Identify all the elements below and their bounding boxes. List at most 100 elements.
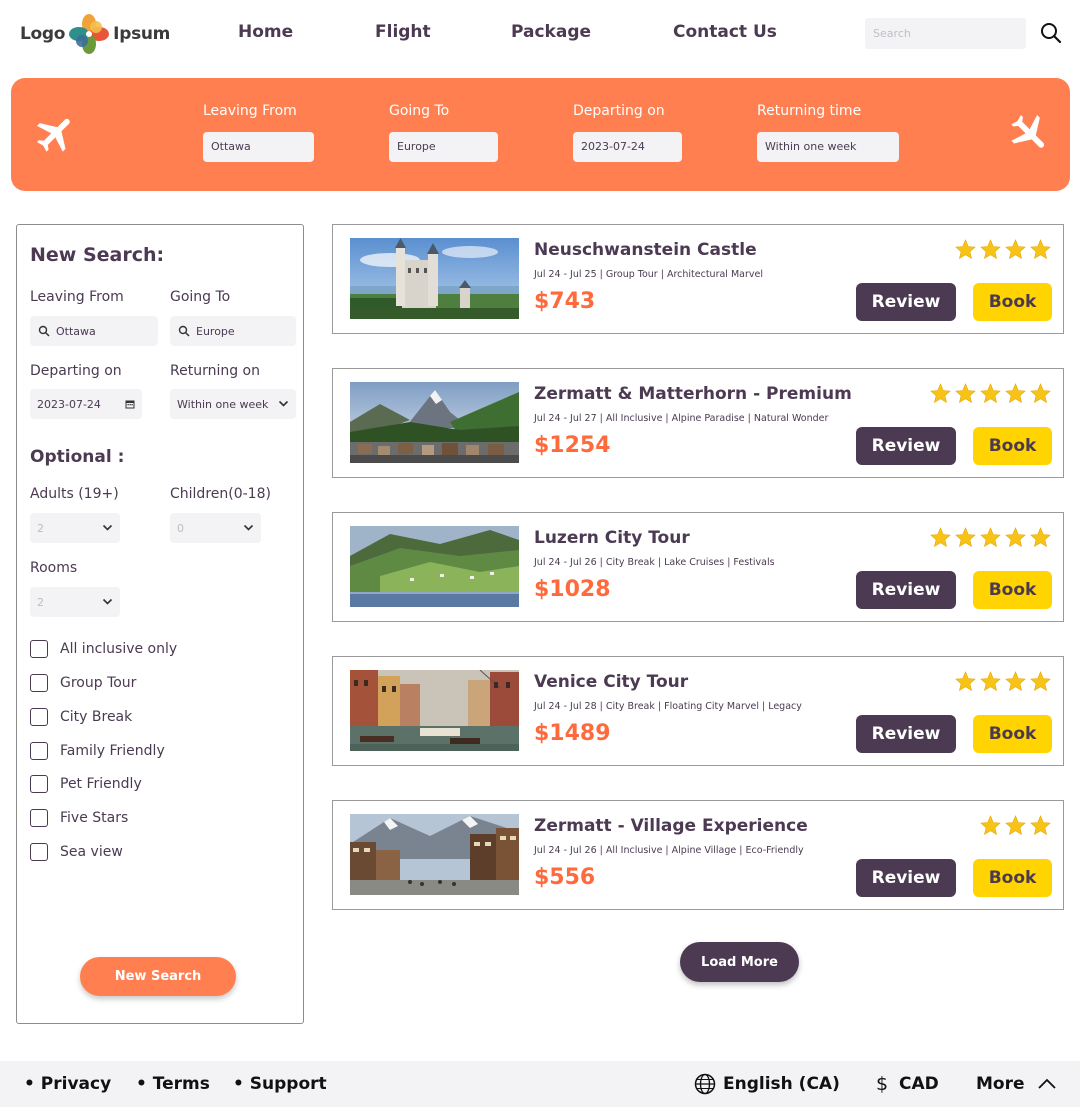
star-icon: [980, 527, 1001, 548]
checkbox[interactable]: [30, 674, 48, 692]
star-icon: [980, 815, 1001, 836]
chevron-down-icon: [278, 400, 289, 407]
going-to-input[interactable]: Europe: [170, 316, 296, 346]
star-icon: [1005, 815, 1026, 836]
banner-leaving-input[interactable]: Ottawa: [203, 132, 314, 162]
adults-select[interactable]: 2: [30, 513, 120, 543]
book-button[interactable]: Book: [973, 571, 1052, 609]
leaving-from-input[interactable]: Ottawa: [30, 316, 158, 346]
chevron-down-icon: [102, 598, 113, 605]
new-search-button[interactable]: New Search: [80, 957, 236, 996]
checkbox[interactable]: [30, 809, 48, 827]
review-button[interactable]: Review: [856, 283, 956, 321]
tour-price: $1489: [534, 721, 611, 746]
language-selector[interactable]: English (CA): [723, 1074, 840, 1094]
departing-on-label: Departing on: [30, 363, 122, 379]
tour-title[interactable]: Zermatt - Village Experience: [534, 816, 808, 836]
currency-selector[interactable]: CAD: [899, 1074, 939, 1094]
tour-meta: Jul 24 - Jul 26 | All Inclusive | Alpine…: [534, 845, 804, 856]
star-icon: [955, 239, 976, 260]
book-button[interactable]: Book: [973, 715, 1052, 753]
tour-title[interactable]: Venice City Tour: [534, 672, 688, 692]
checkbox[interactable]: [30, 708, 48, 726]
star-icon: [955, 383, 976, 404]
nav-contact-us[interactable]: Contact Us: [673, 22, 777, 42]
book-button[interactable]: Book: [973, 427, 1052, 465]
nav-home[interactable]: Home: [238, 22, 293, 42]
filter-pet-friendly[interactable]: Pet Friendly: [30, 775, 142, 793]
star-icon: [930, 527, 951, 548]
rooms-select[interactable]: 2: [30, 587, 120, 617]
search-icon: [38, 325, 50, 337]
rooms-label: Rooms: [30, 560, 78, 576]
tour-image[interactable]: [350, 382, 519, 463]
footer-privacy-label: Privacy: [40, 1074, 112, 1094]
book-button[interactable]: Book: [973, 859, 1052, 897]
chevron-down-icon: [243, 524, 254, 531]
star-icon: [1030, 383, 1051, 404]
footer-terms-label: Terms: [152, 1074, 210, 1094]
optional-title: Optional :: [30, 447, 125, 467]
checkbox[interactable]: [30, 640, 48, 658]
chevron-up-icon[interactable]: [1036, 1073, 1058, 1095]
adults-value: 2: [37, 521, 44, 535]
logo-text-left: Logo: [20, 24, 66, 44]
tour-image[interactable]: [350, 238, 519, 319]
tour-image[interactable]: [350, 526, 519, 607]
returning-select[interactable]: Within one week: [170, 389, 296, 419]
returning-on-label: Returning on: [170, 363, 260, 379]
tour-price: $1254: [534, 433, 611, 458]
star-rating: [954, 670, 1052, 693]
checkbox-label: Pet Friendly: [60, 776, 142, 792]
tour-title[interactable]: Luzern City Tour: [534, 528, 690, 548]
banner-returning-label: Returning time: [757, 103, 862, 119]
filter-city-break[interactable]: City Break: [30, 708, 132, 726]
filter-group-tour[interactable]: Group Tour: [30, 674, 136, 692]
load-more-button[interactable]: Load More: [680, 942, 799, 982]
tour-meta: Jul 24 - Jul 26 | City Break | Lake Crui…: [534, 557, 775, 568]
tour-image[interactable]: [350, 670, 519, 751]
search-icon: [178, 325, 190, 337]
search-icon[interactable]: [1038, 20, 1064, 46]
filter-all-inclusive[interactable]: All inclusive only: [30, 640, 177, 658]
book-button[interactable]: Book: [973, 283, 1052, 321]
review-button[interactable]: Review: [856, 571, 956, 609]
filter-five-stars[interactable]: Five Stars: [30, 809, 128, 827]
children-select[interactable]: 0: [170, 513, 261, 543]
filter-sea-view[interactable]: Sea view: [30, 843, 123, 861]
review-button[interactable]: Review: [856, 715, 956, 753]
svg-text:$: $: [876, 1073, 888, 1095]
star-icon: [980, 383, 1001, 404]
footer: • Privacy • Terms • Support English (CA)…: [0, 1061, 1080, 1107]
flower-logo-icon: [69, 14, 110, 54]
banner-returning-input[interactable]: Within one week: [757, 132, 899, 162]
nav-flight[interactable]: Flight: [375, 22, 431, 42]
checkbox[interactable]: [30, 742, 48, 760]
filter-family-friendly[interactable]: Family Friendly: [30, 742, 165, 760]
logo[interactable]: Logo Ipsum: [20, 14, 170, 54]
review-button[interactable]: Review: [856, 427, 956, 465]
checkbox[interactable]: [30, 775, 48, 793]
star-icon: [1005, 671, 1026, 692]
tour-image[interactable]: [350, 814, 519, 895]
review-button[interactable]: Review: [856, 859, 956, 897]
footer-terms-link[interactable]: • Terms: [136, 1074, 210, 1094]
checkbox[interactable]: [30, 843, 48, 861]
banner-going-input[interactable]: Europe: [389, 132, 498, 162]
footer-privacy-link[interactable]: • Privacy: [24, 1074, 111, 1094]
tour-card: Zermatt - Village Experience Jul 24 - Ju…: [332, 800, 1064, 910]
departing-date-input[interactable]: 2023-07-24: [30, 389, 142, 419]
header: Logo Ipsum Home Flight Package Contact U…: [0, 0, 1080, 68]
star-rating: [929, 526, 1052, 549]
footer-support-link[interactable]: • Support: [233, 1074, 327, 1094]
tour-card: Zermatt & Matterhorn - Premium Jul 24 - …: [332, 368, 1064, 478]
tour-title[interactable]: Neuschwanstein Castle: [534, 240, 757, 260]
returning-value: Within one week: [177, 397, 269, 411]
banner-departing-input[interactable]: 2023-07-24: [573, 132, 682, 162]
checkbox-label: All inclusive only: [60, 641, 178, 657]
more-menu[interactable]: More: [976, 1074, 1025, 1094]
search-input[interactable]: [865, 18, 1026, 49]
airplane-icon: [37, 118, 70, 152]
nav-package[interactable]: Package: [511, 22, 591, 42]
tour-title[interactable]: Zermatt & Matterhorn - Premium: [534, 384, 852, 404]
